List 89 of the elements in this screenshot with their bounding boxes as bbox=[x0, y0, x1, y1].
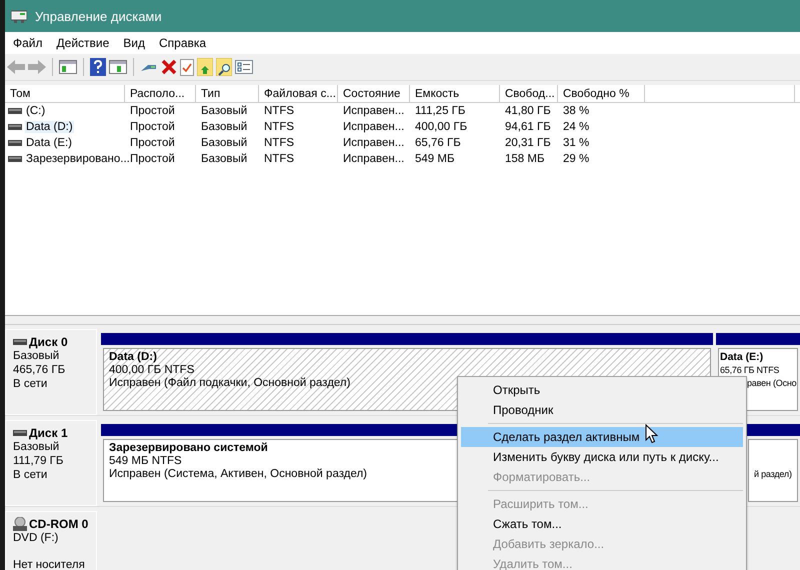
table-cell-text: 65,76 ГБ bbox=[414, 137, 462, 149]
table-cell-text: NTFS bbox=[263, 153, 296, 165]
help-icon[interactable] bbox=[90, 58, 106, 76]
context-menu-item[interactable]: Сжать том... bbox=[461, 514, 743, 534]
partition-status: Исправен (Файл подкачки, Основной раздел) bbox=[109, 377, 350, 390]
disk-info: В сети bbox=[13, 468, 48, 482]
table-cell-text: Исправен... bbox=[342, 121, 406, 133]
table-cell-text: 41,80 ГБ bbox=[504, 105, 552, 117]
table-cell-text: Простой bbox=[129, 137, 176, 149]
table-cell-text: Простой bbox=[129, 121, 176, 133]
mouse-pointer-icon bbox=[645, 424, 658, 444]
drive-icon bbox=[8, 140, 22, 146]
table-cell-text: 38 % bbox=[562, 105, 590, 117]
table-cell-text: 29 % bbox=[562, 153, 590, 165]
partition-title: Data (D:) bbox=[109, 351, 157, 364]
table-cell-text: 94,61 ГБ bbox=[504, 121, 552, 133]
folder-search-icon[interactable] bbox=[216, 58, 232, 76]
partition-bar bbox=[746, 424, 800, 436]
partition[interactable]: й раздел) bbox=[748, 439, 798, 502]
partition-status: Исправен (Система, Активен, Основной раздел) bbox=[109, 468, 367, 481]
disk-info: DVD (F:) bbox=[13, 531, 58, 545]
partition-size: 65,76 ГБ NTFS bbox=[720, 364, 780, 377]
disk-label[interactable]: CD-ROM 0 DVD (F:) Нет носителя bbox=[5, 511, 97, 570]
context-menu-item[interactable]: Изменить букву диска или путь к диску... bbox=[461, 447, 743, 467]
disk-name: Диск 1 bbox=[29, 426, 68, 440]
disk-name: CD-ROM 0 bbox=[29, 517, 88, 531]
disk-info: В сети bbox=[13, 377, 48, 391]
drive-icon bbox=[8, 156, 22, 162]
disk-info: Нет носителя bbox=[13, 558, 85, 570]
partition-size: 400,00 ГБ NTFS bbox=[109, 364, 194, 377]
table-cell-text: 20,31 ГБ bbox=[504, 137, 552, 149]
disk-info: Базовый bbox=[13, 440, 60, 454]
column-header[interactable]: Емкость bbox=[410, 85, 500, 102]
checklist-icon[interactable] bbox=[235, 60, 253, 74]
partition-title: Data (E:) bbox=[720, 351, 764, 364]
table-cell-text: Базовый bbox=[200, 121, 248, 133]
volume-name[interactable]: (C:) bbox=[25, 105, 46, 117]
table-cell-text: Исправен... bbox=[342, 137, 406, 149]
disk-label[interactable]: Диск 0 Базовый 465,76 ГБ В сети bbox=[5, 329, 97, 415]
volume-name[interactable]: Data (D:) bbox=[25, 121, 74, 133]
menu-item[interactable]: Справка bbox=[154, 36, 212, 50]
menu-item[interactable]: Вид bbox=[118, 36, 150, 50]
table-cell-text: NTFS bbox=[263, 121, 296, 133]
delete-icon[interactable] bbox=[161, 59, 177, 75]
drive-icon bbox=[13, 339, 27, 345]
column-header[interactable]: Файловая с... bbox=[259, 85, 338, 102]
column-header[interactable]: Свободно % bbox=[558, 85, 645, 102]
menu-item[interactable]: Действие bbox=[52, 36, 114, 50]
partition-title: Зарезервировано системой bbox=[109, 442, 268, 455]
table-cell-text: NTFS bbox=[263, 137, 296, 149]
table-cell-text: 549 МБ bbox=[414, 153, 456, 165]
table-cell-text: 400,00 ГБ bbox=[414, 121, 468, 133]
window-icon[interactable] bbox=[109, 60, 127, 74]
volume-name[interactable]: Data (E:) bbox=[25, 137, 74, 149]
drive-icon bbox=[13, 430, 27, 436]
table-cell-text: Базовый bbox=[200, 137, 248, 149]
window-title: Управление дисками bbox=[35, 8, 162, 24]
column-header[interactable]: Свобод... bbox=[500, 85, 558, 102]
table-cell-text: Базовый bbox=[200, 153, 248, 165]
disk-info: 465,76 ГБ bbox=[13, 363, 66, 377]
drive-icon bbox=[8, 108, 22, 114]
table-cell-text: 24 % bbox=[562, 121, 590, 133]
partition-status: й раздел) bbox=[754, 468, 792, 481]
table-cell-text: Исправен... bbox=[342, 153, 406, 165]
disk-info: 111,79 ГБ bbox=[13, 454, 64, 468]
disk-name: Диск 0 bbox=[29, 335, 68, 349]
column-header[interactable]: Тип bbox=[196, 85, 259, 102]
table-cell-text: NTFS bbox=[263, 105, 296, 117]
table-cell-text: 111,25 ГБ bbox=[414, 105, 466, 117]
table-cell-text: Базовый bbox=[200, 105, 248, 117]
cd-drive-icon bbox=[13, 517, 27, 531]
disk-info: Базовый bbox=[13, 349, 60, 363]
column-header[interactable]: Состояние bbox=[338, 85, 410, 102]
volume-name[interactable]: Зарезервировано... bbox=[25, 153, 131, 165]
panel-icon[interactable] bbox=[59, 60, 77, 74]
table-cell-text: Простой bbox=[129, 105, 176, 117]
drive-icon bbox=[8, 124, 22, 130]
column-header[interactable]: Том bbox=[5, 85, 125, 102]
checked-document-icon[interactable] bbox=[180, 58, 194, 76]
context-menu-item[interactable]: Сделать раздел активным bbox=[461, 427, 743, 447]
table-cell-text: 158 МБ bbox=[504, 153, 546, 165]
table-cell-text: Исправен... bbox=[342, 105, 406, 117]
partition-status: равен (Осно bbox=[747, 377, 796, 390]
disk-label[interactable]: Диск 1 Базовый 111,79 ГБ В сети bbox=[5, 420, 97, 506]
menu-item[interactable]: Файл bbox=[8, 36, 48, 50]
column-header[interactable]: Располо... bbox=[125, 85, 196, 102]
partition-size: 549 МБ NTFS bbox=[109, 455, 182, 468]
table-cell-text: 31 % bbox=[562, 137, 590, 149]
disk-management-icon bbox=[11, 8, 27, 24]
